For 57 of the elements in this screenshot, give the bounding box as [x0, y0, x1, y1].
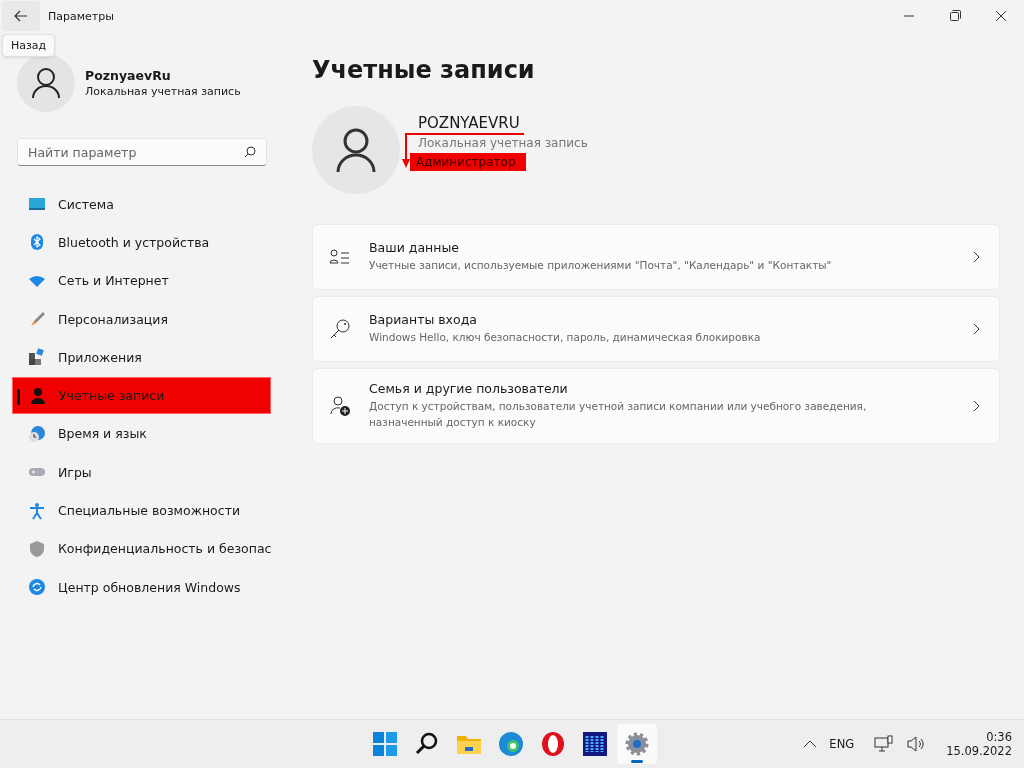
clock-time[interactable]: 0:36 — [986, 730, 1012, 744]
card-title: Варианты входа — [369, 312, 478, 328]
sidebar-item[interactable]: Сеть и Интернет — [12, 262, 271, 299]
card-description: Доступ к устройствам, пользователи учетной записи компании или учебного заведения, назначенный доступ к киоску — [369, 399, 868, 430]
account-role: Администратор — [410, 152, 526, 171]
sidebar-item[interactable]: Центр обновления Windows — [12, 568, 271, 606]
sidebar-item[interactable]: Время и язык — [12, 415, 271, 453]
card-title: Ваши данные — [369, 240, 460, 256]
refresh-icon — [28, 578, 46, 597]
sidebar-item[interactable]: Конфиденциальность и безопас — [12, 530, 271, 567]
sidebar-item[interactable]: Bluetooth и устройства — [12, 224, 271, 261]
apps-icon — [28, 348, 46, 367]
shield-icon — [28, 539, 46, 558]
settings-card[interactable]: Ваши данные Учетные записи, используемые приложениями "Почта", "Календарь" и "Контакты" — [312, 224, 1000, 290]
page-title: Учетные записи — [312, 56, 536, 84]
chevron-icon — [971, 250, 981, 264]
person-icon — [29, 386, 47, 405]
clock-date[interactable]: 15.09.2022 — [946, 744, 1012, 758]
brush-icon — [28, 310, 46, 329]
bluetooth-icon — [28, 233, 46, 252]
account-type: Локальная учетная запись — [418, 135, 588, 150]
sidebar-item[interactable]: Приложения — [12, 339, 271, 376]
language-indicator[interactable]: ENG — [829, 737, 855, 751]
back-button[interactable] — [2, 1, 40, 31]
tooltip: Назад — [2, 34, 56, 57]
chevron-icon — [971, 322, 981, 336]
person-add-icon — [329, 394, 351, 417]
back-arrow-icon — [13, 8, 29, 24]
card-description: Windows Hello, ключ безопасности, пароль, динамическая блокировка — [369, 330, 762, 346]
browser-icon — [498, 731, 524, 757]
search-field[interactable]: Найти параметр — [17, 138, 267, 166]
sidebar-item[interactable]: Учетные записи — [12, 377, 271, 414]
network-icon[interactable] — [874, 735, 895, 753]
sidebar-item[interactable]: Игры — [12, 454, 271, 491]
accessibility-icon — [28, 501, 46, 520]
browser-icon — [540, 731, 566, 757]
sidebar-item[interactable]: Персонализация — [12, 300, 271, 338]
card-title: Семья и другие пользователи — [369, 381, 569, 396]
user-name: PoznyaevRu — [85, 68, 172, 83]
window-title: Параметры — [48, 9, 114, 23]
search-icon — [243, 145, 257, 159]
sidebar-item[interactable]: Специальные возможности — [12, 492, 271, 529]
account-name: POZNYAEVRU — [418, 113, 521, 132]
windows-logo-icon — [372, 731, 398, 757]
account-type: Локальная учетная запись — [85, 85, 241, 98]
chevron-up-icon[interactable] — [803, 739, 818, 749]
settings-card[interactable]: Семья и другие пользователи Доступ к устройствам, пользователи учетной записи компании или учебного заведения, назначенный доступ к киоску — [312, 368, 1000, 444]
equalizer-icon — [582, 731, 608, 757]
card-description: Учетные записи, используемые приложениями "Почта", "Календарь" и "Контакты" — [369, 258, 833, 274]
settings-card[interactable]: Варианты входа Windows Hello, ключ безопасности, пароль, динамическая блокировка — [312, 296, 1000, 362]
search-icon — [414, 731, 440, 757]
key-icon — [329, 318, 351, 340]
globe-clock-icon — [28, 424, 46, 443]
chevron-icon — [971, 398, 981, 413]
sidebar-item[interactable]: Система — [12, 186, 271, 223]
settings-icon — [624, 731, 650, 757]
speaker-icon[interactable] — [906, 735, 927, 753]
